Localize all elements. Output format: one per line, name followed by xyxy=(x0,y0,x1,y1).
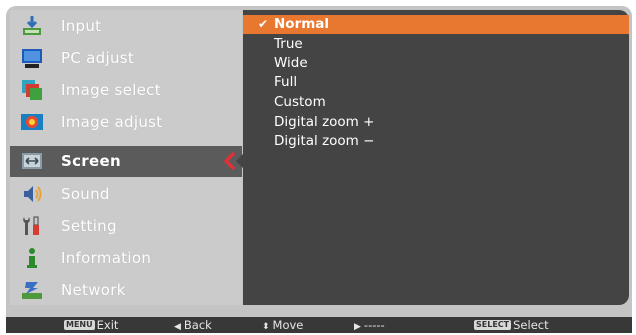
next-label: ----- xyxy=(363,318,385,332)
sidebar-item-pc-adjust[interactable]: PC adjust xyxy=(10,43,242,74)
option-custom[interactable]: Custom xyxy=(243,93,629,112)
sidebar-item-label: Network xyxy=(61,281,126,299)
setting-icon xyxy=(20,214,44,238)
screen-options-panel: ✔ Normal True Wide Full Custom Digital z… xyxy=(243,10,629,305)
move-arrows-icon: ⬍ xyxy=(262,322,270,332)
menu-key-icon: MENU xyxy=(64,320,95,330)
sidebar-item-label: Input xyxy=(61,17,102,35)
exit-label: Exit xyxy=(96,318,119,332)
option-label: Wide xyxy=(274,55,308,71)
option-full[interactable]: Full xyxy=(243,73,629,92)
sidebar-item-label: Sound xyxy=(61,185,110,203)
sidebar-item-label: Information xyxy=(61,249,152,267)
sidebar-item-setting[interactable]: Setting xyxy=(10,211,242,242)
sidebar-item-label: PC adjust xyxy=(61,49,135,67)
option-normal[interactable]: ✔ Normal xyxy=(243,15,629,34)
select-hint[interactable]: SELECT Select xyxy=(474,317,549,333)
sidebar-item-network[interactable]: Network xyxy=(10,275,242,306)
chevron-left-icon xyxy=(222,152,236,170)
screen-icon xyxy=(20,149,44,173)
image-select-icon xyxy=(20,78,44,102)
option-label: Full xyxy=(274,74,298,90)
option-label: Normal xyxy=(274,16,330,32)
sidebar-item-label: Image select xyxy=(61,81,161,99)
menu-pointer xyxy=(236,146,250,176)
sidebar-item-input[interactable]: Input xyxy=(10,11,242,42)
option-digital-zoom-plus[interactable]: Digital zoom + xyxy=(243,113,629,132)
pc-adjust-icon xyxy=(20,46,44,70)
option-true[interactable]: True xyxy=(243,35,629,54)
status-bar: MENU Exit ◀ Back ⬍ Move ▶ ----- SELECT Select xyxy=(6,317,632,333)
option-label: Digital zoom + xyxy=(274,114,375,130)
sidebar-item-image-adjust[interactable]: Image adjust xyxy=(10,107,242,138)
sound-icon xyxy=(20,182,44,206)
back-hint[interactable]: ◀ Back xyxy=(174,317,212,335)
sidebar-item-label: Screen xyxy=(61,152,121,170)
input-icon xyxy=(20,14,44,38)
information-icon xyxy=(20,246,44,270)
sidebar-item-image-select[interactable]: Image select xyxy=(10,75,242,106)
move-hint[interactable]: ⬍ Move xyxy=(262,317,303,335)
option-wide[interactable]: Wide xyxy=(243,54,629,73)
sidebar-item-information[interactable]: Information xyxy=(10,243,242,274)
option-label: Custom xyxy=(274,94,326,110)
select-key-icon: SELECT xyxy=(474,320,512,330)
check-icon: ✔ xyxy=(258,17,269,31)
move-label: Move xyxy=(272,318,304,332)
back-label: Back xyxy=(183,318,212,332)
exit-hint[interactable]: MENU Exit xyxy=(64,317,118,333)
sidebar-item-label: Setting xyxy=(61,217,117,235)
sidebar: Input PC adjust Image select Image adjus… xyxy=(10,10,242,305)
back-arrow-icon: ◀ xyxy=(174,322,181,332)
sidebar-item-sound[interactable]: Sound xyxy=(10,179,242,210)
next-arrow-icon: ▶ xyxy=(354,322,361,332)
next-hint[interactable]: ▶ ----- xyxy=(354,317,385,335)
select-label: Select xyxy=(513,318,549,332)
sidebar-item-screen[interactable]: Screen xyxy=(10,146,242,177)
option-label: True xyxy=(274,36,303,52)
option-digital-zoom-minus[interactable]: Digital zoom − xyxy=(243,132,629,151)
option-label: Digital zoom − xyxy=(274,133,375,149)
sidebar-item-label: Image adjust xyxy=(61,113,163,131)
network-icon xyxy=(20,278,44,302)
image-adjust-icon xyxy=(20,110,44,134)
